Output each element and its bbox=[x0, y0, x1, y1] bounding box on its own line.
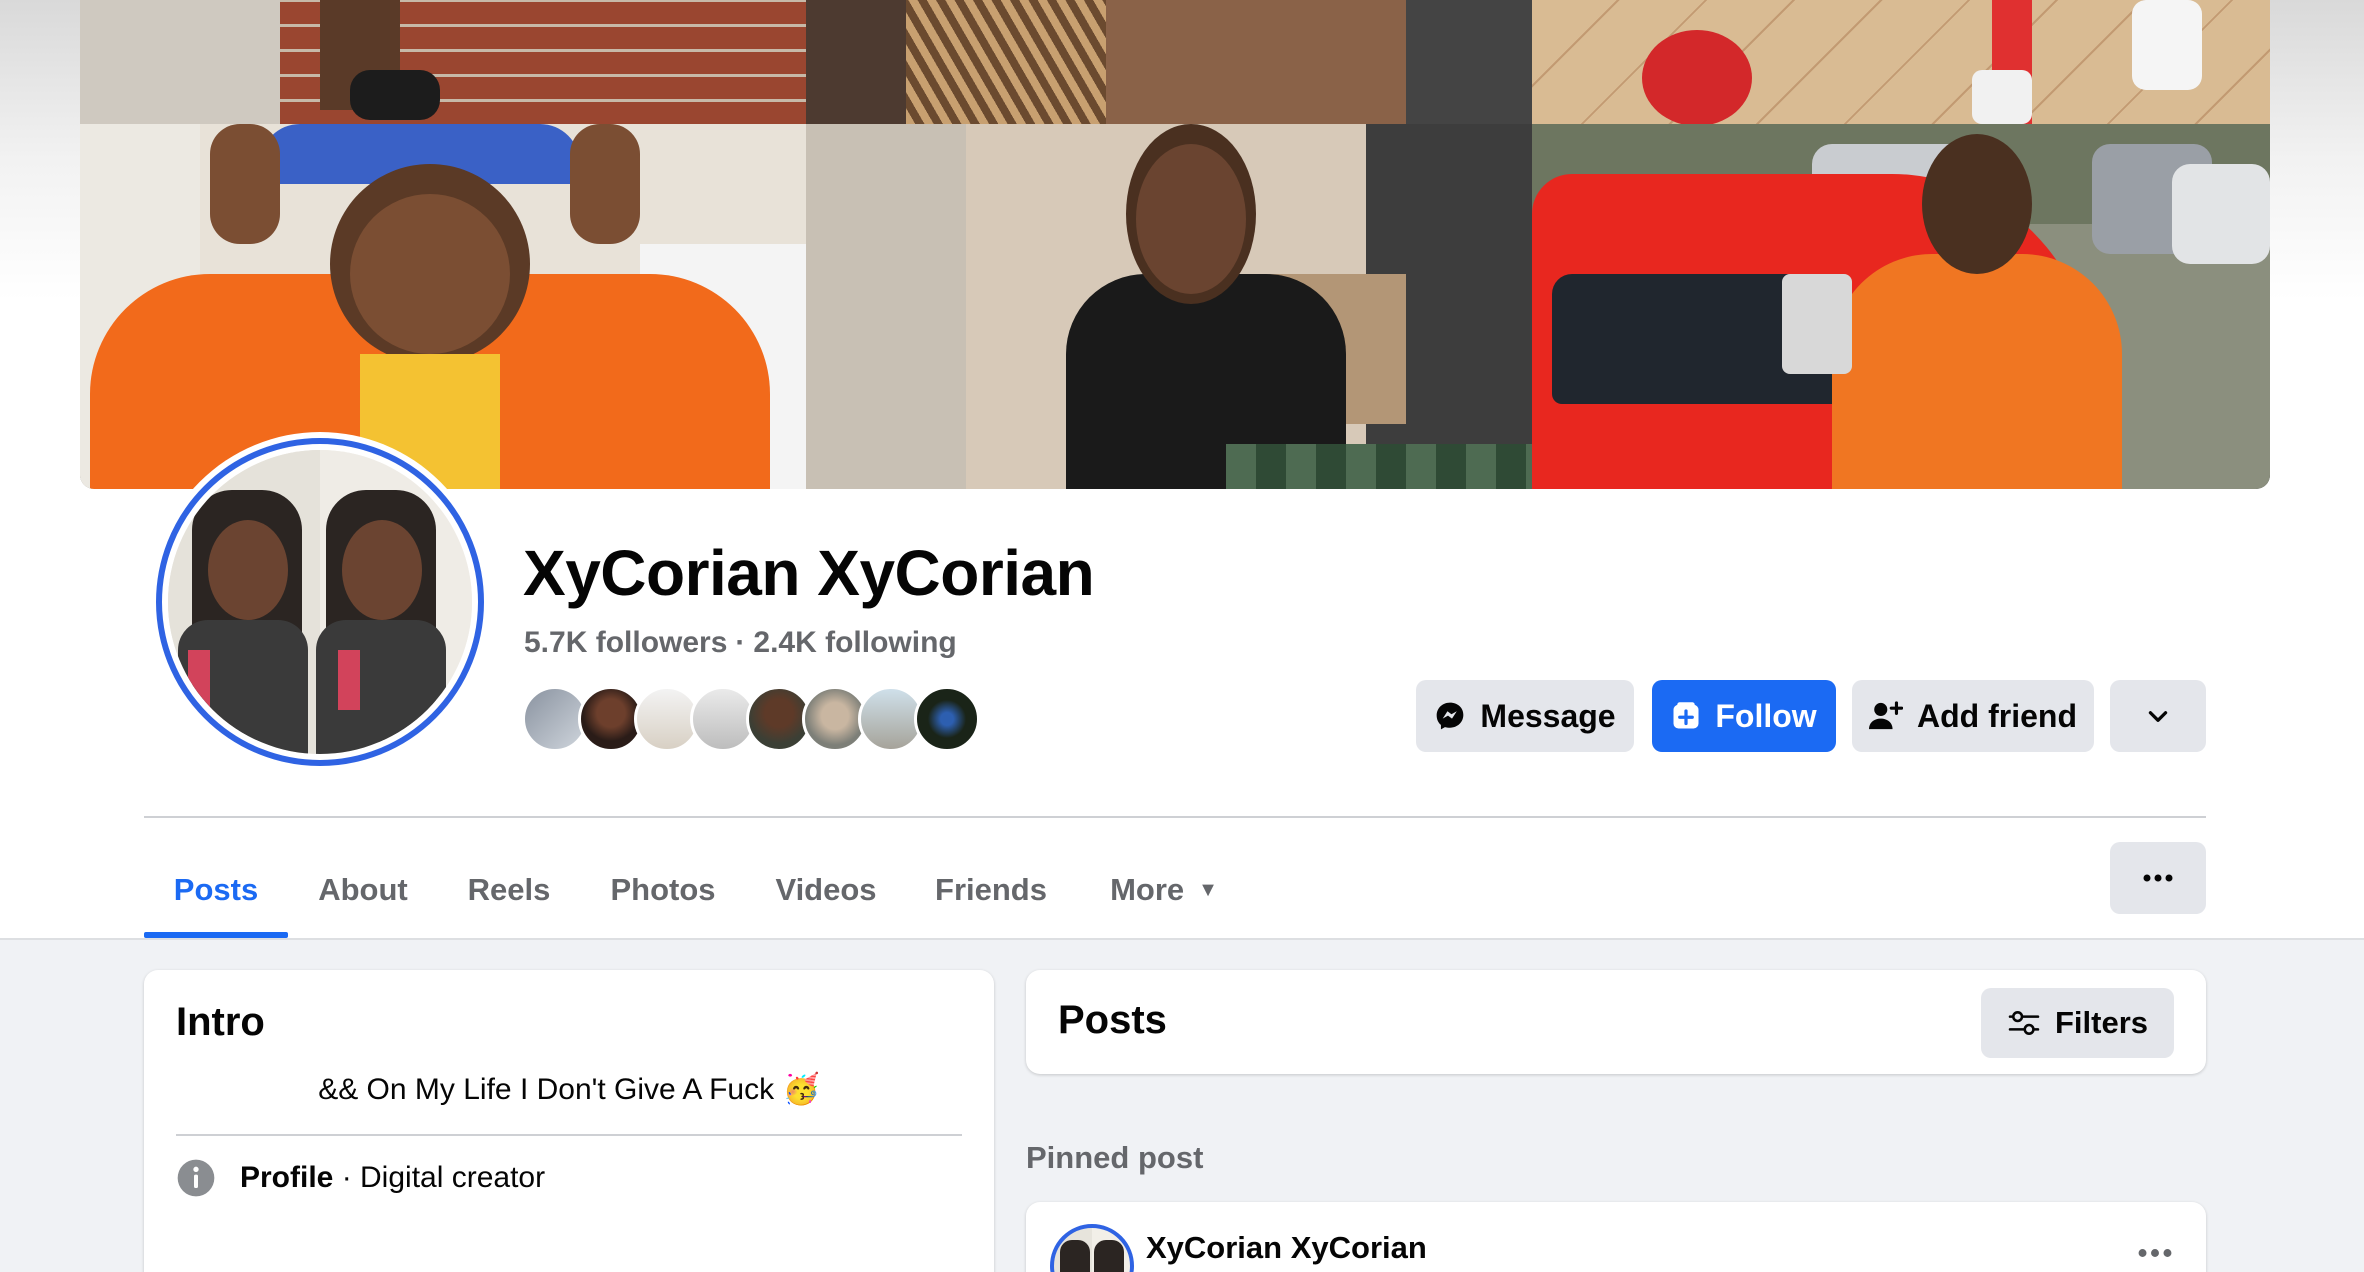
tab-reels[interactable]: Reels bbox=[438, 842, 580, 938]
more-options-button[interactable] bbox=[2110, 842, 2206, 914]
pinned-post-card: XyCorian XyCorian bbox=[1026, 1202, 2206, 1272]
chevron-down-icon bbox=[2148, 711, 2168, 722]
profile-stats: 5.7K followers · 2.4K following bbox=[524, 626, 957, 660]
profile-dropdown-button[interactable] bbox=[2110, 680, 2206, 752]
posts-title: Posts bbox=[1058, 998, 1167, 1042]
more-horizontal-icon bbox=[2143, 874, 2173, 882]
cover-tile-3 bbox=[1532, 0, 2270, 124]
pinned-post-label: Pinned post bbox=[1026, 1140, 1204, 1175]
info-icon bbox=[177, 1159, 215, 1197]
intro-bio: && On My Life I Don't Give A Fuck 🥳 bbox=[318, 1073, 820, 1106]
add-person-icon bbox=[1869, 701, 1903, 730]
follow-button[interactable]: Follow bbox=[1652, 680, 1836, 752]
profile-name: XyCorian XyCorian bbox=[523, 537, 1095, 609]
cover-tile-5 bbox=[806, 124, 1532, 489]
tab-about[interactable]: About bbox=[288, 842, 438, 938]
cover-tile-6 bbox=[1532, 124, 2270, 489]
cover-photo[interactable] bbox=[80, 0, 2270, 489]
cover-tile-4 bbox=[80, 124, 806, 489]
filters-label: Filters bbox=[2054, 1005, 2148, 1040]
tab-more[interactable]: More ▼ bbox=[1076, 842, 1252, 938]
mutual-friends-avatars[interactable] bbox=[522, 686, 982, 752]
intro-profile-row: Profile · Digital creator bbox=[176, 1148, 545, 1208]
cover-tile-1 bbox=[80, 0, 806, 124]
messenger-icon bbox=[1437, 702, 1464, 730]
profile-avatar[interactable] bbox=[150, 432, 490, 772]
follow-icon bbox=[1673, 702, 1699, 729]
cover-tile-2 bbox=[806, 0, 1532, 124]
intro-card: Intro && On My Life I Don't Give A Fuck … bbox=[144, 970, 994, 1272]
post-author-name[interactable]: XyCorian XyCorian bbox=[1146, 1230, 1427, 1266]
message-button[interactable]: Message bbox=[1416, 680, 1634, 752]
friend-avatar[interactable] bbox=[914, 686, 980, 752]
stats-separator: · bbox=[735, 626, 746, 659]
follow-label: Follow bbox=[1715, 697, 1817, 734]
filters-icon bbox=[2008, 1011, 2040, 1035]
intro-divider bbox=[176, 1134, 962, 1136]
profile-category: · Digital creator bbox=[333, 1161, 546, 1194]
message-label: Message bbox=[1480, 697, 1616, 734]
add-friend-label: Add friend bbox=[1917, 697, 2077, 734]
tab-friends[interactable]: Friends bbox=[906, 842, 1076, 938]
following-link[interactable]: 2.4K following bbox=[753, 626, 956, 659]
tab-posts[interactable]: Posts bbox=[144, 842, 288, 938]
tab-videos[interactable]: Videos bbox=[746, 842, 906, 938]
posts-header-card: Posts Filters bbox=[1026, 970, 2206, 1074]
tab-photos[interactable]: Photos bbox=[580, 842, 746, 938]
profile-type-label: Profile bbox=[240, 1161, 334, 1194]
add-friend-button[interactable]: Add friend bbox=[1852, 680, 2094, 752]
post-options-icon[interactable] bbox=[2138, 1248, 2172, 1258]
caret-down-icon: ▼ bbox=[1198, 878, 1218, 901]
intro-title: Intro bbox=[176, 1000, 265, 1044]
filters-button[interactable]: Filters bbox=[1980, 988, 2174, 1058]
post-author-avatar[interactable] bbox=[1050, 1224, 1134, 1272]
followers-link[interactable]: 5.7K followers bbox=[524, 626, 727, 659]
header-divider bbox=[144, 816, 2206, 818]
